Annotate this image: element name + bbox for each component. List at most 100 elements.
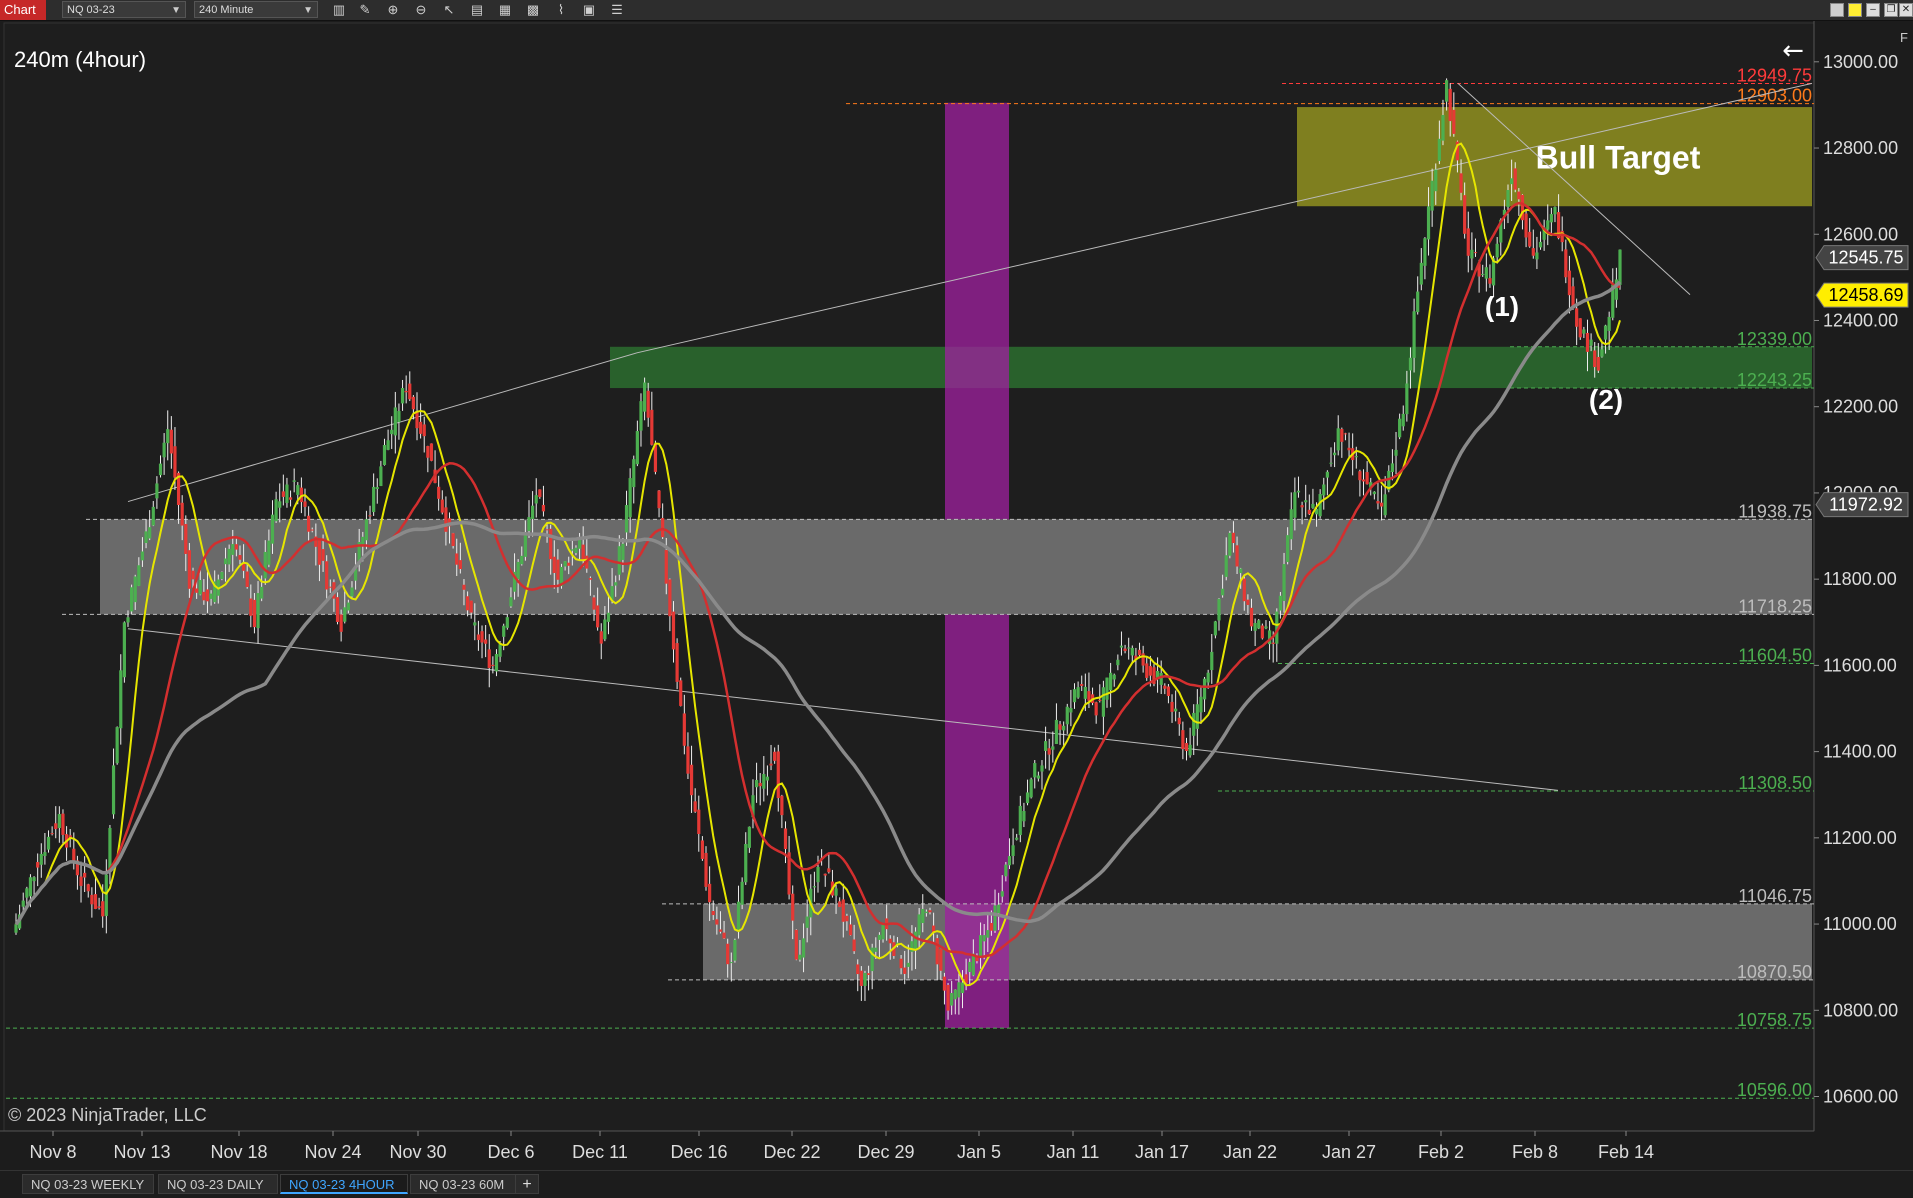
candle-body xyxy=(700,840,704,859)
candle-body xyxy=(1546,220,1550,230)
instrument-selector[interactable]: NQ 03-23 ▼ xyxy=(62,1,186,18)
candle-body xyxy=(1184,743,1189,751)
zoom-out-icon[interactable]: ⊖ xyxy=(412,2,430,18)
tab-4hour[interactable]: NQ 03-23 4HOUR xyxy=(280,1174,408,1194)
minimize-icon[interactable]: ‒ xyxy=(1866,3,1880,17)
properties-icon[interactable]: ▣ xyxy=(580,2,598,18)
candle-body xyxy=(1166,686,1171,696)
price-chart[interactable]: Bull Target 12949.7512903.00 12339.00 12243… xyxy=(0,21,1913,1167)
candle-body xyxy=(758,782,762,787)
candle-body xyxy=(1618,249,1622,285)
candle-body xyxy=(1484,267,1488,279)
candle-body xyxy=(975,957,979,962)
indicators-icon[interactable]: ▩ xyxy=(524,2,542,18)
templates-icon[interactable]: ▦ xyxy=(496,2,514,18)
candle-body xyxy=(227,548,231,565)
tab-60m[interactable]: NQ 03-23 60M xyxy=(410,1174,520,1194)
candle-body xyxy=(1293,492,1297,518)
candle-body xyxy=(1419,262,1423,285)
candle-body xyxy=(350,587,354,597)
chevron-down-icon: ▼ xyxy=(303,5,313,16)
candle-body xyxy=(1311,503,1315,508)
zone-range-grey-lower[interactable] xyxy=(703,903,1812,980)
candle-body xyxy=(267,540,271,565)
bars-type-icon[interactable]: ▥ xyxy=(330,2,348,18)
tab-weekly[interactable]: NQ 03-23 WEEKLY xyxy=(22,1174,154,1194)
candle-body xyxy=(881,924,885,940)
candle-body xyxy=(292,480,296,482)
x-tick-label: Jan 17 xyxy=(1135,1142,1189,1162)
candle-body xyxy=(816,867,820,883)
candle-body xyxy=(801,938,806,958)
candle-body xyxy=(180,502,184,526)
y-tick-label: 11400.00 xyxy=(1823,742,1897,762)
candle-body xyxy=(1217,598,1221,621)
maximize-icon[interactable]: ❐ xyxy=(1884,3,1898,17)
draw-tool-icon[interactable]: ✎ xyxy=(356,2,374,18)
candle-body xyxy=(942,976,947,991)
candle-body xyxy=(126,617,130,623)
zone-demand-green[interactable] xyxy=(610,346,1812,389)
candle-body xyxy=(335,597,340,622)
candle-body xyxy=(1040,765,1044,772)
candle-body xyxy=(307,515,311,532)
data-box-icon[interactable]: ▤ xyxy=(468,2,486,18)
chart-toolbar: Chart NQ 03-23 ▼ 240 Minute ▼ ▥ ✎ ⊕ ⊖ ↖ … xyxy=(0,0,1913,21)
candle-body xyxy=(339,614,343,632)
y-tick-label: 12800.00 xyxy=(1823,138,1898,158)
candle-body xyxy=(1372,491,1376,495)
window-link-icon[interactable] xyxy=(1848,3,1862,17)
list-icon[interactable]: ☰ xyxy=(608,2,626,18)
candle-body xyxy=(794,929,798,960)
candle-body xyxy=(1188,744,1192,756)
candle-body xyxy=(1130,648,1134,656)
candle-body xyxy=(1347,447,1351,451)
candle-body xyxy=(1228,532,1232,556)
pointer-icon[interactable]: ↖ xyxy=(440,2,458,18)
candle-body xyxy=(198,580,202,595)
candle-body xyxy=(278,501,282,508)
candle-body xyxy=(1112,674,1116,680)
candle-body xyxy=(541,504,546,512)
candle-body xyxy=(1398,418,1402,438)
y-tick-label: 12600.00 xyxy=(1823,224,1898,244)
zoom-in-icon[interactable]: ⊕ xyxy=(384,2,402,18)
candle-body xyxy=(458,560,462,570)
x-tick-label: Jan 5 xyxy=(957,1142,1001,1162)
candle-body xyxy=(288,497,293,500)
candle-body xyxy=(1011,845,1015,856)
candle-body xyxy=(1325,471,1329,478)
candle-body xyxy=(679,680,683,706)
candle-body xyxy=(1264,626,1268,629)
candle-body xyxy=(1593,350,1597,368)
tab-daily[interactable]: NQ 03-23 DAILY xyxy=(158,1174,278,1194)
candle-body xyxy=(480,631,484,643)
window-gray-icon[interactable] xyxy=(1830,3,1844,17)
chart-panel[interactable]: Bull Target 12949.75 12903.00 12339.00 12243… xyxy=(0,21,1913,1167)
add-tab-button[interactable]: + xyxy=(515,1174,539,1194)
candle-body xyxy=(437,486,441,499)
back-arrow-icon: ← xyxy=(1782,36,1804,66)
candle-body xyxy=(173,446,177,478)
candle-body xyxy=(614,582,618,586)
candle-body xyxy=(1408,357,1413,371)
candle-body xyxy=(906,962,910,967)
candle-body xyxy=(1076,687,1080,698)
candle-body xyxy=(155,483,159,499)
close-icon[interactable]: ✕ xyxy=(1899,3,1913,17)
chart-menu-button[interactable]: Chart xyxy=(0,0,46,20)
candle-body xyxy=(664,549,668,584)
candle-body xyxy=(133,576,137,603)
candle-body xyxy=(83,872,87,878)
candle-body xyxy=(866,973,871,976)
strategies-icon[interactable]: ⌇ xyxy=(552,2,570,18)
x-tick-label: Jan 11 xyxy=(1047,1142,1100,1162)
level-label: 12243.25 xyxy=(1737,370,1812,390)
candle-body xyxy=(708,883,712,903)
chart-tab-bar: NQ 03-23 WEEKLY NQ 03-23 DAILY NQ 03-23 … xyxy=(0,1170,1913,1198)
candle-body xyxy=(592,597,596,610)
candle-body xyxy=(1155,670,1160,678)
candle-body xyxy=(769,763,773,766)
vertical-band-top xyxy=(945,102,1009,520)
interval-selector[interactable]: 240 Minute ▼ xyxy=(194,1,318,18)
